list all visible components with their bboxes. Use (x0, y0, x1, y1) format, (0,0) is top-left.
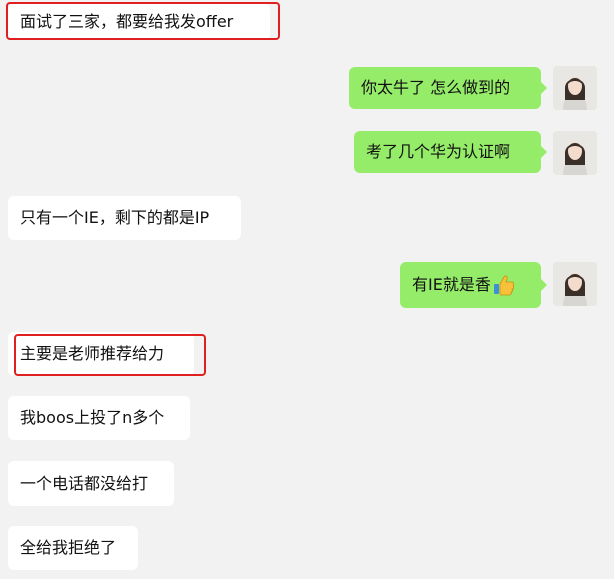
message-bubble-incoming[interactable]: 一个电话都没给打 (8, 461, 174, 506)
message-bubble-outgoing[interactable]: 考了几个华为认证啊 (354, 131, 547, 173)
message-text: 面试了三家，都要给我发offer (20, 12, 234, 31)
message-text: 一个电话都没给打 (20, 473, 149, 493)
message-bubble-incoming[interactable]: 全给我拒绝了 (8, 526, 138, 570)
thumbs-up-icon (493, 274, 515, 296)
message-bubble-incoming[interactable]: 我boos上投了n多个 (8, 396, 190, 440)
message-text: 我boos上投了n多个 (20, 408, 165, 427)
message-bubble-outgoing[interactable]: 你太牛了 怎么做到的 (349, 67, 547, 109)
avatar[interactable] (553, 66, 597, 110)
message-text: 主要是老师推荐给力 (20, 344, 165, 363)
message-text: 只有一个IE，剩下的都是IP (20, 208, 210, 227)
message-bubble-incoming[interactable]: 主要是老师推荐给力 (8, 332, 194, 376)
message-bubble-incoming[interactable]: 面试了三家，都要给我发offer (8, 4, 270, 40)
message-bubble-outgoing[interactable]: 有IE就是香 (400, 262, 547, 308)
message-text: 有IE就是香 (412, 275, 491, 294)
user-avatar-icon (553, 131, 597, 175)
message-text: 考了几个华为认证啊 (366, 142, 511, 161)
message-bubble-incoming[interactable]: 只有一个IE，剩下的都是IP (8, 196, 241, 240)
user-avatar-icon (553, 262, 597, 306)
message-text: 你太牛了 怎么做到的 (361, 78, 511, 97)
avatar[interactable] (553, 262, 597, 306)
message-text: 全给我拒绝了 (20, 538, 117, 557)
avatar[interactable] (553, 131, 597, 175)
user-avatar-icon (553, 66, 597, 110)
